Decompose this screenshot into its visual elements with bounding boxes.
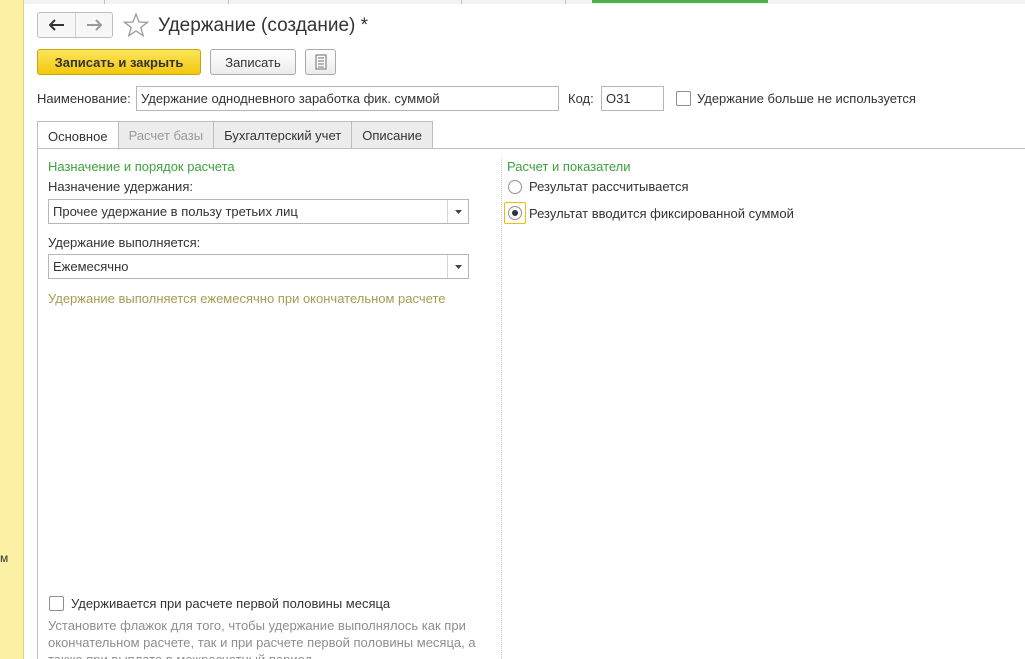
tab-description[interactable]: Описание <box>351 121 434 149</box>
purpose-select-value: Прочее удержание в пользу третьих лиц <box>53 204 298 219</box>
radio-selected-dot <box>512 210 518 216</box>
tab-accounting[interactable]: Бухгалтерский учет <box>213 121 353 149</box>
top-tab-separator <box>228 0 229 4</box>
frequency-hint: Удержание выполняется ежемесячно при око… <box>48 291 446 306</box>
tab-base-calculation[interactable]: Расчет базы <box>117 121 215 149</box>
save-and-close-button[interactable]: Записать и закрыть <box>37 49 201 75</box>
left-strip-text: м <box>0 551 9 565</box>
code-field[interactable]: О31 <box>601 86 664 111</box>
purpose-select[interactable]: Прочее удержание в пользу третьих лиц <box>48 199 469 224</box>
favorite-star-icon[interactable] <box>123 12 149 38</box>
frequency-select[interactable]: Ежемесячно <box>48 254 469 279</box>
form-tabs: Основное Расчет базы Бухгалтерский учет … <box>37 121 434 150</box>
frequency-select-value: Ежемесячно <box>53 259 129 274</box>
group-title-purpose: Назначение и порядок расчета <box>48 159 235 174</box>
forward-button[interactable] <box>75 13 112 37</box>
top-window-tabs <box>24 0 1025 4</box>
chevron-down-icon <box>454 264 462 269</box>
first-half-hint: Установите флажок для того, чтобы удержа… <box>48 618 476 659</box>
frequency-dropdown-button[interactable] <box>447 255 468 278</box>
report-button[interactable] <box>305 49 336 75</box>
tab-panel-top-border <box>37 148 1025 149</box>
top-tab-separator <box>565 0 566 4</box>
purpose-label: Назначение удержания: <box>48 179 193 194</box>
purpose-dropdown-button[interactable] <box>447 200 468 223</box>
page-title: Удержание (создание) * <box>158 15 369 36</box>
chevron-down-icon <box>454 209 462 214</box>
unused-checkbox-label[interactable]: Удержание больше не используется <box>697 91 916 106</box>
top-tab-active-indicator[interactable] <box>592 0 768 3</box>
group-title-calculation: Расчет и показатели <box>507 159 631 174</box>
left-sidebar-strip: м <box>0 0 24 659</box>
name-field[interactable]: Удержание однодневного заработка фик. су… <box>136 86 559 111</box>
code-label: Код: <box>568 91 594 106</box>
column-divider <box>501 158 502 659</box>
radio-calculated-label[interactable]: Результат рассчитывается <box>529 179 689 194</box>
radio-fixed[interactable] <box>508 206 522 220</box>
first-half-checkbox[interactable] <box>49 596 64 611</box>
tab-main[interactable]: Основное <box>37 121 119 150</box>
arrow-left-icon <box>48 19 64 31</box>
document-list-icon <box>315 54 326 70</box>
radio-calculated[interactable] <box>508 180 522 194</box>
first-half-checkbox-label[interactable]: Удерживается при расчете первой половины… <box>71 596 390 611</box>
navigation-buttons <box>37 12 113 38</box>
top-tab-separator <box>461 0 462 4</box>
arrow-right-icon <box>87 19 102 31</box>
frequency-label: Удержание выполняется: <box>48 235 201 250</box>
unused-checkbox[interactable] <box>676 91 691 106</box>
save-button[interactable]: Записать <box>210 49 296 75</box>
radio-fixed-label[interactable]: Результат вводится фиксированной суммой <box>529 206 794 221</box>
top-tab-separator <box>104 0 105 4</box>
back-button[interactable] <box>38 13 75 37</box>
name-label: Наименование: <box>37 91 131 106</box>
tab-panel-left-border <box>37 148 38 659</box>
